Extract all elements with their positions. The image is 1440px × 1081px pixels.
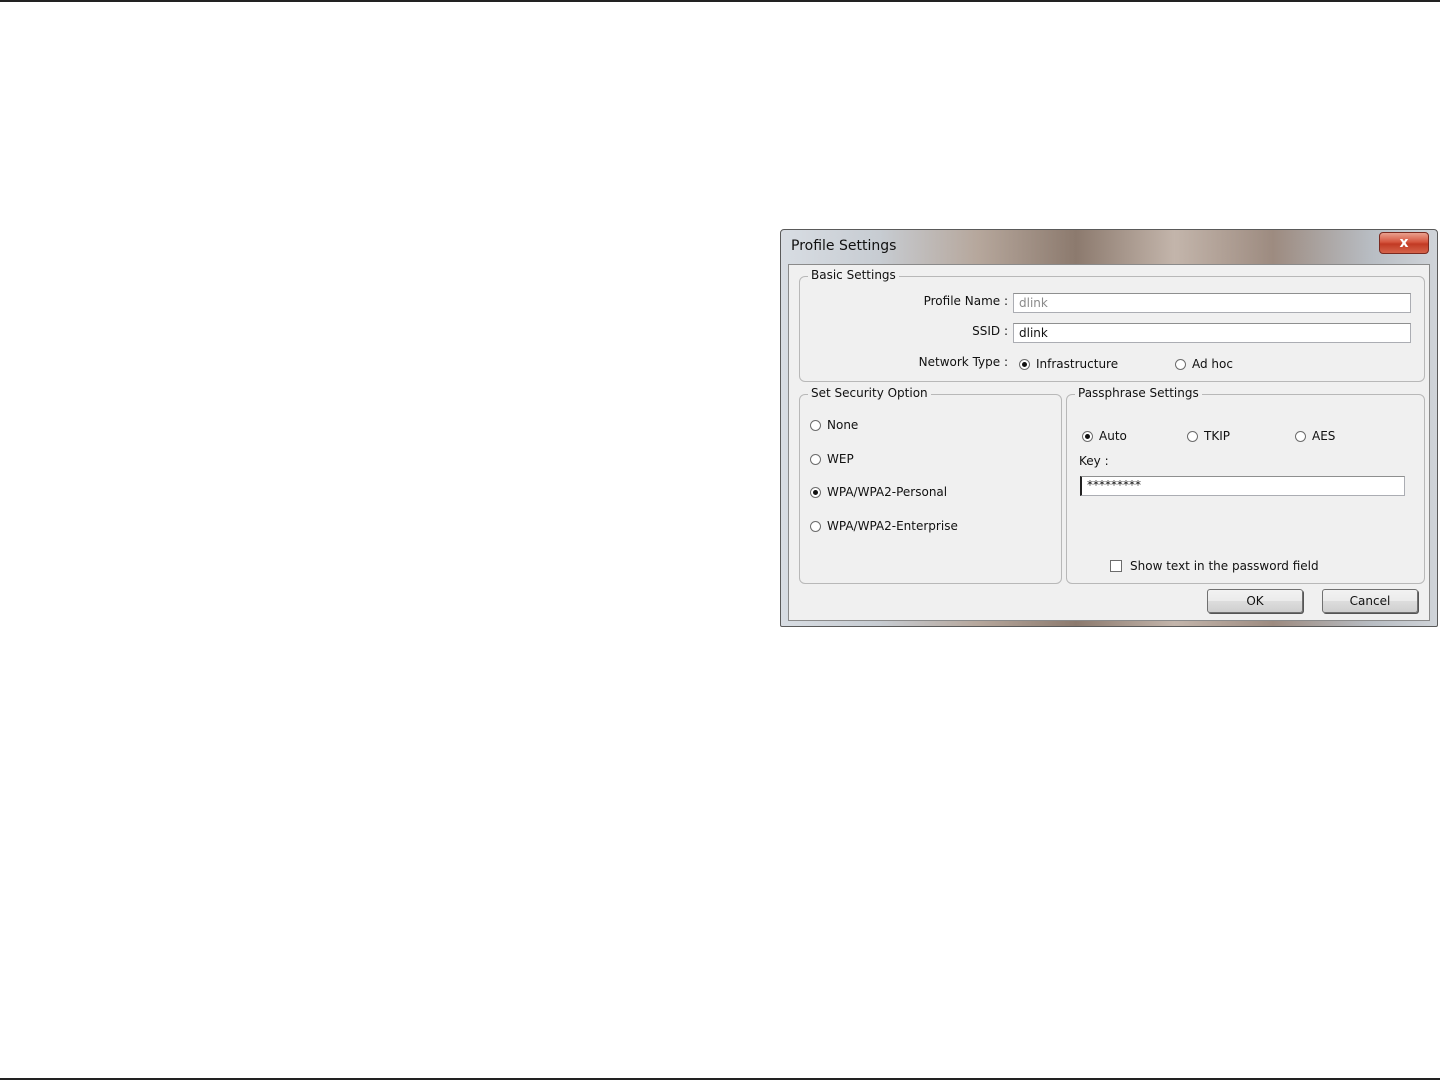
network-type-adhoc-radio[interactable]: Ad hoc (1175, 357, 1233, 371)
ssid-field[interactable]: dlink (1013, 323, 1411, 343)
show-text-label: Show text in the password field (1130, 559, 1319, 573)
bottom-page-rule (0, 1078, 1440, 1080)
radio-checked-icon (1019, 358, 1030, 370)
network-type-label: Network Type : (918, 355, 1008, 369)
radio-label: WPA/WPA2-Enterprise (827, 519, 958, 533)
radio-checked-icon (1082, 430, 1093, 442)
radio-label: WPA/WPA2-Personal (827, 485, 948, 499)
ok-button[interactable]: OK (1207, 589, 1303, 613)
profile-name-label: Profile Name : (923, 294, 1008, 308)
title-bar[interactable]: Profile Settings x (781, 230, 1437, 264)
radio-label: WEP (827, 452, 854, 466)
radio-unchecked-icon (810, 453, 821, 465)
security-wep-radio[interactable]: WEP (810, 452, 854, 466)
radio-checked-icon (810, 486, 821, 498)
radio-label: AES (1312, 429, 1336, 443)
radio-unchecked-icon (1175, 358, 1186, 370)
ssid-label: SSID : (972, 324, 1008, 338)
radio-unchecked-icon (810, 520, 821, 532)
network-type-infrastructure-radio[interactable]: Infrastructure (1019, 357, 1118, 371)
profile-name-field[interactable]: dlink (1013, 293, 1411, 313)
radio-unchecked-icon (1187, 430, 1198, 442)
security-none-radio[interactable]: None (810, 418, 858, 432)
profile-settings-dialog: Profile Settings x Basic Settings Profil… (780, 229, 1438, 627)
cipher-aes-radio[interactable]: AES (1295, 429, 1335, 443)
radio-label: TKIP (1204, 429, 1230, 443)
security-option-group: Set Security Option None WEP WPA/WPA2-Pe… (799, 386, 1062, 584)
dialog-body: Basic Settings Profile Name : dlink SSID… (788, 264, 1430, 621)
cipher-tkip-radio[interactable]: TKIP (1187, 429, 1230, 443)
key-label: Key : (1079, 454, 1109, 468)
radio-label: Infrastructure (1036, 357, 1119, 371)
close-button[interactable]: x (1379, 232, 1429, 254)
show-text-checkbox[interactable]: Show text in the password field (1110, 559, 1319, 573)
passphrase-settings-title: Passphrase Settings (1075, 386, 1202, 400)
checkbox-unchecked-icon (1110, 560, 1122, 572)
top-page-rule (0, 0, 1440, 2)
security-wpa-personal-radio[interactable]: WPA/WPA2-Personal (810, 485, 947, 499)
radio-label: Ad hoc (1192, 357, 1233, 371)
radio-unchecked-icon (810, 419, 821, 431)
security-option-title: Set Security Option (808, 386, 931, 400)
cipher-auto-radio[interactable]: Auto (1082, 429, 1127, 443)
key-field[interactable]: ********* (1080, 476, 1405, 496)
radio-unchecked-icon (1295, 430, 1306, 442)
passphrase-settings-group: Passphrase Settings Auto TKIP AES Key : … (1066, 386, 1425, 584)
basic-settings-title: Basic Settings (808, 268, 899, 282)
basic-settings-group: Basic Settings Profile Name : dlink SSID… (799, 268, 1425, 382)
cancel-button[interactable]: Cancel (1322, 589, 1418, 613)
security-wpa-enterprise-radio[interactable]: WPA/WPA2-Enterprise (810, 519, 958, 533)
radio-label: None (827, 418, 859, 432)
radio-label: Auto (1099, 429, 1127, 443)
close-icon: x (1399, 235, 1409, 251)
window-title: Profile Settings (791, 238, 897, 254)
